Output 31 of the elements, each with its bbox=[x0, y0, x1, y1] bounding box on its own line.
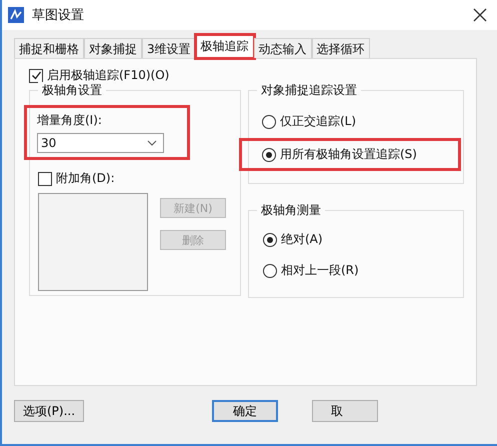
checkbox-label: 启用极轴追踪(F10)(O) bbox=[47, 67, 170, 84]
angle-dropdown[interactable]: 30 bbox=[37, 133, 164, 153]
checkbox[interactable] bbox=[38, 172, 52, 186]
tab[interactable]: 动态输入 bbox=[254, 38, 312, 58]
tab[interactable]: 3维设置 bbox=[142, 38, 196, 58]
group-title: 对象捕捉追踪设置 bbox=[257, 82, 361, 99]
tab[interactable]: 对象捕捉 bbox=[84, 38, 142, 58]
angle-list[interactable] bbox=[38, 193, 148, 291]
group-title: 极轴角设置 bbox=[38, 82, 106, 99]
radio-button[interactable] bbox=[263, 264, 277, 278]
checkbox[interactable] bbox=[29, 68, 43, 82]
checkbox-label: 附加角(D): bbox=[56, 170, 115, 187]
radio-button[interactable] bbox=[262, 114, 276, 128]
caret-icon[interactable] bbox=[147, 140, 157, 146]
ok-button[interactable]: 确定 bbox=[212, 400, 278, 422]
radio-label: 绝对(A) bbox=[281, 231, 323, 248]
tab[interactable]: 捕捉和栅格 bbox=[14, 38, 84, 58]
radio-button[interactable] bbox=[262, 148, 276, 162]
radio-button[interactable] bbox=[263, 232, 277, 246]
cancel-button[interactable]: 取 bbox=[312, 400, 378, 422]
options-button[interactable]: 选项(P)... bbox=[14, 400, 84, 422]
app-icon bbox=[8, 7, 24, 23]
window-title: 草图设置 bbox=[32, 7, 85, 24]
close-icon[interactable] bbox=[473, 8, 487, 22]
tab[interactable]: 极轴追踪 bbox=[196, 35, 254, 58]
radio-label: 用所有极轴角设置追踪(S) bbox=[280, 146, 417, 163]
radio-label: 相对上一段(R) bbox=[281, 262, 359, 279]
radio-label: 仅正交追踪(L) bbox=[280, 113, 356, 130]
group-title: 极轴角测量 bbox=[257, 202, 325, 219]
field-label: 增量角度(I): bbox=[37, 113, 102, 127]
tab[interactable]: 选择循环 bbox=[312, 38, 370, 58]
